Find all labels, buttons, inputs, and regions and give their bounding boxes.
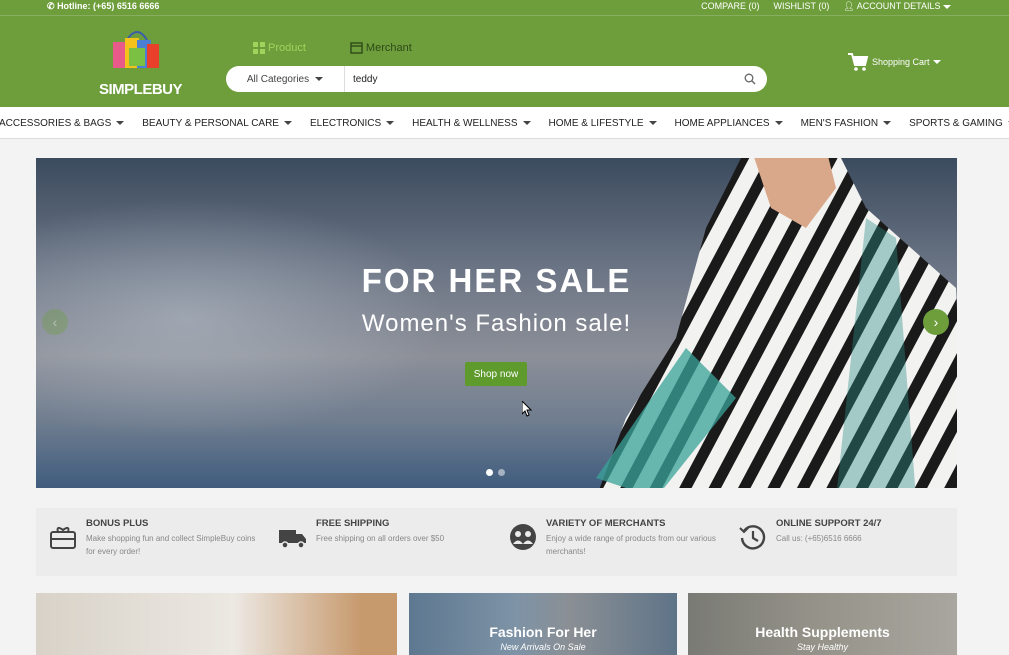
- hero-title: FOR HER SALE: [361, 262, 632, 299]
- feature-title: FREE SHIPPING: [316, 518, 390, 529]
- promo-banner-1[interactable]: [36, 593, 397, 655]
- carousel-next-button[interactable]: ›: [923, 309, 949, 335]
- nav-item[interactable]: MEN'S FASHION: [792, 118, 900, 129]
- nav-item[interactable]: ELECTRONICS: [301, 118, 403, 129]
- feature-title: ONLINE SUPPORT 24/7: [776, 518, 882, 529]
- chevron-down-icon: [283, 121, 292, 125]
- cart-icon: [848, 53, 869, 71]
- phone-icon: ✆: [47, 1, 55, 11]
- feature-bonus-plus: BONUS PLUS Make shopping fun and collect…: [36, 508, 266, 576]
- nav-item[interactable]: ACCESSORIES & BAGS: [0, 118, 133, 129]
- feature-title: BONUS PLUS: [86, 518, 149, 529]
- search-button[interactable]: [733, 67, 767, 91]
- nav-item[interactable]: HEALTH & WELLNESS: [403, 118, 539, 129]
- store-icon: [350, 42, 363, 54]
- chevron-down-icon: [522, 121, 531, 125]
- category-select[interactable]: All Categories: [226, 66, 345, 92]
- carousel-prev-button[interactable]: ‹: [42, 309, 68, 335]
- shop-now-button[interactable]: Shop now: [465, 362, 527, 386]
- hotline: ✆ Hotline: (+65) 6516 6666: [47, 1, 160, 11]
- chevron-down-icon: [386, 121, 395, 125]
- nav-item[interactable]: BEAUTY & PERSONAL CARE: [133, 118, 301, 129]
- shopping-bags-logo-icon: [113, 31, 159, 68]
- hero-carousel: FOR HER SALE Women's Fashion sale! Shop …: [36, 158, 957, 488]
- feature-desc: Enjoy a wide range of products from our …: [546, 534, 716, 556]
- feature-title: VARIETY OF MERCHANTS: [546, 518, 666, 529]
- compare-link[interactable]: COMPARE (0): [701, 1, 759, 12]
- grid-icon: [253, 42, 265, 54]
- features-strip: BONUS PLUS Make shopping fun and collect…: [36, 508, 957, 576]
- chevron-down-icon: [648, 121, 657, 125]
- feature-desc: Call us: (+65)6516 6666: [776, 534, 862, 543]
- history-clock-icon: [739, 525, 766, 550]
- carousel-dots: [486, 469, 505, 476]
- carousel-dot[interactable]: [486, 469, 493, 476]
- search-input[interactable]: [345, 67, 733, 91]
- top-links: COMPARE (0) WISHLIST (0) 👤︎ ACCOUNT DETA…: [701, 1, 951, 12]
- promo-banner-fashion-for-her[interactable]: Fashion For Her New Arrivals On Sale: [409, 593, 677, 655]
- tab-merchant[interactable]: Merchant: [350, 42, 412, 54]
- header: ✆ Hotline: (+65) 6516 6666 COMPARE (0) W…: [0, 0, 1009, 107]
- user-icon: 👤︎: [843, 1, 855, 11]
- banner-subtitle: New Arrivals On Sale: [500, 642, 586, 652]
- chevron-down-icon: [774, 121, 783, 125]
- top-bar: ✆ Hotline: (+65) 6516 6666 COMPARE (0) W…: [0, 0, 1009, 16]
- nav-item[interactable]: HOME APPLIANCES: [666, 118, 792, 129]
- feature-desc: Make shopping fun and collect SimpleBuy …: [86, 534, 256, 556]
- nav-item[interactable]: HOME & LIFESTYLE: [540, 118, 666, 129]
- gift-card-icon: [50, 526, 76, 549]
- feature-free-shipping: FREE SHIPPING Free shipping on all order…: [266, 508, 496, 576]
- banner-subtitle: Stay Healthy: [796, 642, 849, 652]
- chevron-down-icon: [943, 5, 951, 9]
- search-type-tabs: Product Merchant: [253, 42, 412, 54]
- feature-online-support: ONLINE SUPPORT 24/7 Call us: (+65)6516 6…: [726, 508, 956, 576]
- chevron-left-icon: ‹: [52, 314, 58, 330]
- search-icon: [744, 73, 756, 85]
- logo[interactable]: SIMPLEBUY: [99, 26, 183, 98]
- feature-variety-of-merchants: VARIETY OF MERCHANTS Enjoy a wide range …: [496, 508, 726, 576]
- feature-desc: Free shipping on all orders over $50: [316, 534, 445, 543]
- chevron-right-icon: ›: [933, 314, 939, 330]
- truck-icon: [279, 530, 306, 549]
- mouse-cursor-icon: [522, 401, 532, 417]
- account-details-link[interactable]: 👤︎ ACCOUNT DETAILS: [843, 1, 951, 12]
- hero-subtitle: Women's Fashion sale!: [361, 310, 632, 337]
- logo-text: SIMPLEBUY: [99, 81, 183, 98]
- promo-banner-health-supplements[interactable]: Health Supplements Stay Healthy: [688, 593, 957, 655]
- nav-item[interactable]: SPORTS & GAMING: [900, 118, 1009, 129]
- chevron-down-icon: [315, 77, 324, 81]
- banner-title: Health Supplements: [755, 624, 890, 640]
- merchants-icon: [510, 524, 536, 550]
- chevron-down-icon: [883, 121, 892, 125]
- shopping-cart-button[interactable]: Shopping Cart: [847, 52, 941, 72]
- chevron-down-icon: [932, 60, 941, 64]
- wishlist-link[interactable]: WISHLIST (0): [774, 1, 830, 12]
- category-nav-list: ACCESSORIES & BAGS BEAUTY & PERSONAL CARE…: [0, 107, 1009, 138]
- carousel-dot[interactable]: [498, 469, 505, 476]
- tab-product[interactable]: Product: [253, 42, 306, 54]
- banner-title: Fashion For Her: [489, 624, 597, 640]
- chevron-down-icon: [116, 121, 125, 125]
- search-bar: All Categories: [226, 66, 767, 92]
- category-nav: ACCESSORIES & BAGS BEAUTY & PERSONAL CARE…: [0, 107, 1009, 139]
